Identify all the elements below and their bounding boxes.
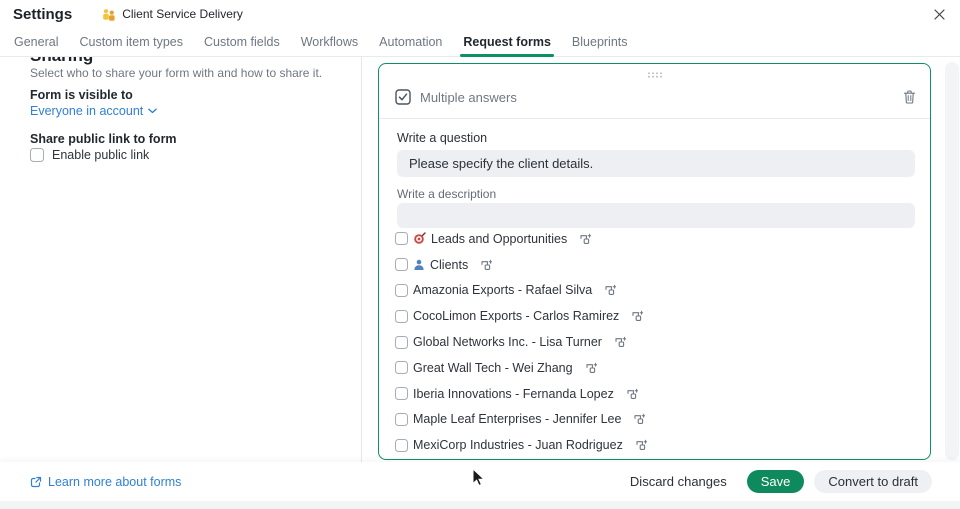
description-label: Write a description xyxy=(397,187,496,201)
option-row: Iberia Innovations - Fernanda Lopez xyxy=(395,381,915,407)
tab-workflows[interactable]: Workflows xyxy=(301,28,358,56)
add-subitem-icon[interactable] xyxy=(604,284,616,296)
option-label: Global Networks Inc. - Lisa Turner xyxy=(413,335,602,349)
public-link-label: Share public link to form xyxy=(30,132,177,146)
option-checkbox[interactable] xyxy=(395,258,408,271)
form-scrollbar[interactable] xyxy=(945,62,959,460)
add-subitem-icon[interactable] xyxy=(614,336,626,348)
close-icon[interactable] xyxy=(930,5,948,23)
discard-changes-button[interactable]: Discard changes xyxy=(628,470,729,493)
tab-request-forms[interactable]: Request forms xyxy=(463,28,551,56)
convert-to-draft-button[interactable]: Convert to draft xyxy=(814,470,932,493)
bottom-edge-strip xyxy=(0,501,960,509)
option-row: Amazonia Exports - Rafael Silva xyxy=(395,278,915,304)
question-input[interactable]: Please specify the client details. xyxy=(397,150,915,177)
add-subitem-icon[interactable] xyxy=(579,233,591,245)
answer-options-list: Leads and Opportunities Clients Amazonia… xyxy=(395,226,915,458)
space-chip: Client Service Delivery xyxy=(102,7,243,21)
page-title: Settings xyxy=(13,6,72,23)
option-label: Amazonia Exports - Rafael Silva xyxy=(413,283,592,297)
drag-handle-icon[interactable] xyxy=(647,72,663,78)
option-label: Leads and Opportunities xyxy=(431,232,567,246)
option-checkbox[interactable] xyxy=(395,439,408,452)
enable-public-link-checkbox[interactable] xyxy=(30,148,44,162)
visibility-label: Form is visible to xyxy=(30,88,133,102)
option-label: Maple Leaf Enterprises - Jennifer Lee xyxy=(413,412,621,426)
target-icon xyxy=(413,232,426,245)
footer-bar: Learn more about forms Discard changes S… xyxy=(0,462,960,501)
option-label: Iberia Innovations - Fernanda Lopez xyxy=(413,387,614,401)
option-row-clients: Clients xyxy=(395,252,915,278)
add-subitem-icon[interactable] xyxy=(633,413,645,425)
tab-general[interactable]: General xyxy=(14,28,58,56)
space-avatar-icon xyxy=(102,8,116,21)
clipped-section-heading: Sharing xyxy=(30,57,93,66)
multiple-answers-icon xyxy=(395,89,411,105)
save-button[interactable]: Save xyxy=(747,470,805,493)
enable-public-link-text: Enable public link xyxy=(52,148,149,162)
add-subitem-icon[interactable] xyxy=(626,388,638,400)
option-row: Great Wall Tech - Wei Zhang xyxy=(395,355,915,381)
option-checkbox[interactable] xyxy=(395,336,408,349)
option-checkbox[interactable] xyxy=(395,387,408,400)
add-subitem-icon[interactable] xyxy=(635,439,647,451)
tab-custom-item-types[interactable]: Custom item types xyxy=(79,28,183,56)
chevron-down-icon xyxy=(148,108,157,114)
question-card[interactable]: Multiple answers Write a question Please… xyxy=(378,63,931,460)
option-checkbox[interactable] xyxy=(395,232,408,245)
option-label: Clients xyxy=(430,258,468,272)
add-subitem-icon[interactable] xyxy=(480,259,492,271)
question-label: Write a question xyxy=(397,131,487,145)
tab-blueprints[interactable]: Blueprints xyxy=(572,28,628,56)
learn-more-label: Learn more about forms xyxy=(48,475,181,489)
settings-tab-bar: General Custom item types Custom fields … xyxy=(0,28,960,57)
option-checkbox[interactable] xyxy=(395,413,408,426)
option-checkbox[interactable] xyxy=(395,284,408,297)
option-label: MexiCorp Industries - Juan Rodriguez xyxy=(413,438,623,452)
sharing-description: Select who to share your form with and h… xyxy=(30,66,322,80)
option-row: MexiCorp Industries - Juan Rodriguez xyxy=(395,432,915,458)
footer-actions: Discard changes Save Convert to draft xyxy=(628,470,932,493)
option-label: Great Wall Tech - Wei Zhang xyxy=(413,361,573,375)
option-row: Maple Leaf Enterprises - Jennifer Lee xyxy=(395,407,915,433)
option-row-leads: Leads and Opportunities xyxy=(395,226,915,252)
window-header: Settings Client Service Delivery xyxy=(0,0,960,28)
external-link-icon xyxy=(30,476,42,488)
learn-more-link[interactable]: Learn more about forms xyxy=(30,475,181,489)
trash-icon[interactable] xyxy=(903,90,916,104)
tab-automation[interactable]: Automation xyxy=(379,28,442,56)
content-area: Sharing Select who to share your form wi… xyxy=(0,57,960,462)
sharing-panel: Sharing Select who to share your form wi… xyxy=(0,57,362,462)
option-row: Global Networks Inc. - Lisa Turner xyxy=(395,329,915,355)
enable-public-link-row: Enable public link xyxy=(30,148,149,162)
card-header-divider xyxy=(379,118,930,119)
question-card-header: Multiple answers xyxy=(395,86,916,108)
add-subitem-icon[interactable] xyxy=(585,362,597,374)
option-checkbox[interactable] xyxy=(395,361,408,374)
option-row: CocoLimon Exports - Carlos Ramirez xyxy=(395,303,915,329)
option-checkbox[interactable] xyxy=(395,310,408,323)
question-type-label: Multiple answers xyxy=(420,90,903,105)
person-icon xyxy=(413,259,425,271)
space-name: Client Service Delivery xyxy=(122,7,243,21)
option-label: CocoLimon Exports - Carlos Ramirez xyxy=(413,309,619,323)
tab-custom-fields[interactable]: Custom fields xyxy=(204,28,280,56)
description-input[interactable] xyxy=(397,203,915,228)
add-subitem-icon[interactable] xyxy=(631,310,643,322)
settings-window: Settings Client Service Delivery General… xyxy=(0,0,960,509)
visibility-dropdown[interactable]: Everyone in account xyxy=(30,104,157,118)
